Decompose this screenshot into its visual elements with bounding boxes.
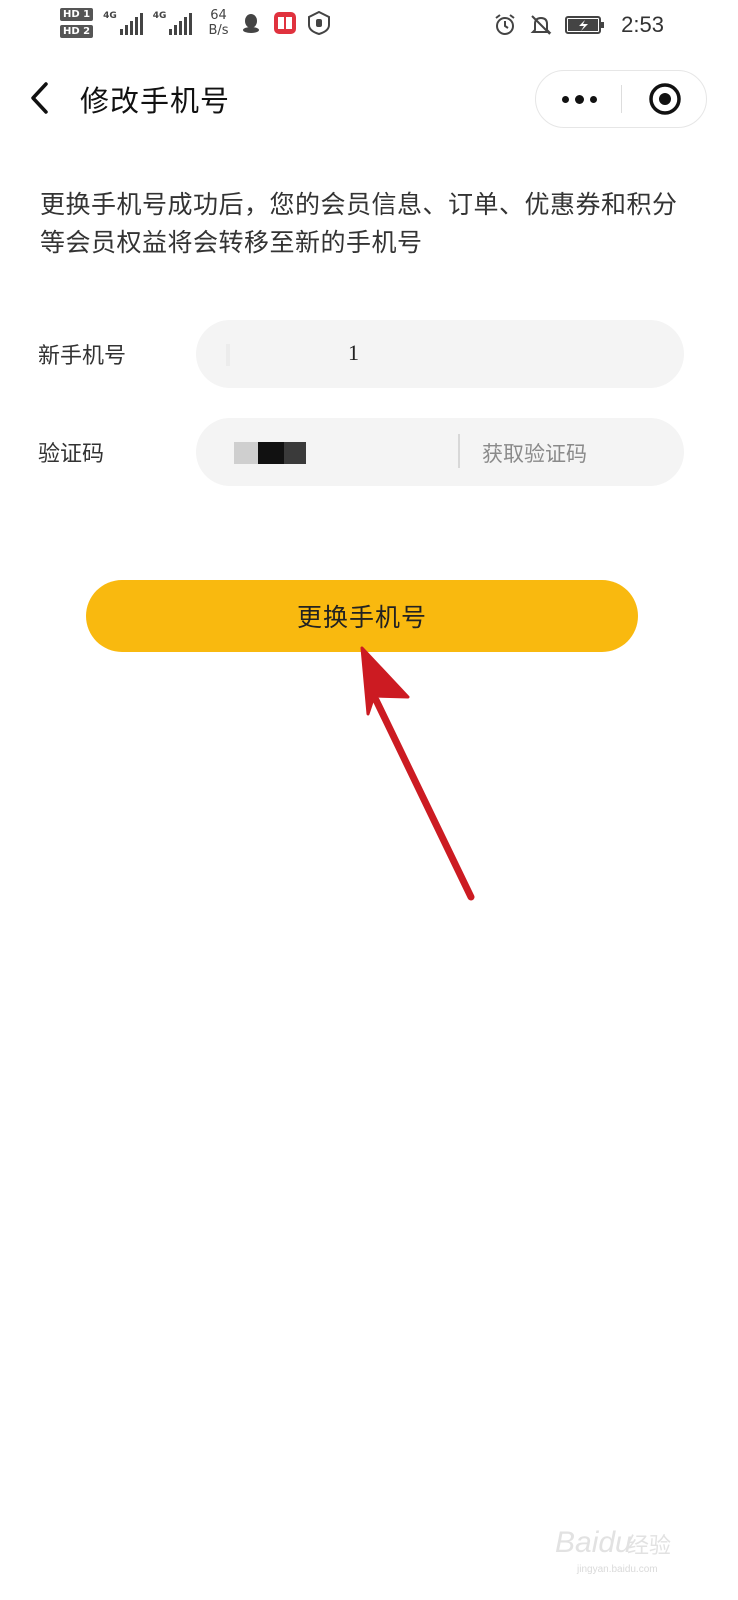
code-field-divider bbox=[458, 434, 460, 468]
miniprogram-capsule bbox=[535, 70, 707, 128]
close-miniprogram-button[interactable] bbox=[622, 71, 708, 127]
network-speed: 64 B/s bbox=[208, 8, 229, 38]
verification-code-row: 验证码 获取验证码 bbox=[0, 418, 738, 486]
signal-strength-sim1: 4G bbox=[103, 11, 143, 35]
transfer-notice: 更换手机号成功后，您的会员信息、订单、优惠券和积分等会员权益将会转移至新的手机号 bbox=[40, 190, 678, 257]
nav-bar: 修改手机号 bbox=[0, 60, 738, 136]
new-phone-label: 新手机号 bbox=[38, 344, 127, 369]
verification-code-label: 验证码 bbox=[38, 442, 105, 467]
baidu-jingyan-watermark: Baidu 经验 jingyan.baidu.com bbox=[555, 1518, 695, 1588]
back-button[interactable] bbox=[22, 76, 56, 120]
status-bar-left: HD 1 HD 2 4G 4G 64 B/s bbox=[60, 8, 331, 38]
reader-app-icon bbox=[273, 12, 296, 34]
qq-icon bbox=[242, 14, 259, 33]
sim2-hd-badge: HD 2 bbox=[60, 25, 94, 38]
watermark-brand: Baidu bbox=[555, 1526, 632, 1559]
redacted-code-part3 bbox=[284, 442, 306, 464]
watermark-jingyan: 经验 bbox=[627, 1534, 672, 1559]
alarm-icon bbox=[495, 14, 515, 35]
more-dots-icon bbox=[561, 95, 569, 103]
new-phone-value: 1 bbox=[348, 340, 359, 365]
new-phone-row: 新手机号 1 bbox=[0, 320, 738, 388]
annotation-arrow-icon bbox=[360, 646, 475, 901]
status-bar: HD 1 HD 2 4G 4G 64 B/s 2:53 bbox=[0, 0, 738, 56]
get-code-button[interactable]: 获取验证码 bbox=[482, 438, 587, 468]
more-button[interactable] bbox=[536, 71, 622, 127]
status-bar-right: 2:53 bbox=[493, 12, 664, 38]
verification-code-input[interactable]: 获取验证码 bbox=[196, 418, 684, 486]
page-title: 修改手机号 bbox=[80, 84, 231, 118]
hd-indicators: HD 1 HD 2 bbox=[60, 8, 94, 38]
status-time: 2:53 bbox=[621, 12, 664, 37]
signal-strength-sim2: 4G bbox=[153, 11, 193, 35]
shield-hand-icon bbox=[307, 11, 330, 35]
sim1-hd-badge: HD 1 bbox=[60, 8, 94, 21]
chevron-left-icon bbox=[31, 82, 48, 114]
new-phone-input[interactable]: 1 bbox=[196, 320, 684, 388]
redacted-code-part1 bbox=[234, 442, 258, 464]
battery-charging-icon bbox=[565, 16, 605, 34]
redacted-area bbox=[226, 344, 230, 366]
target-close-icon bbox=[649, 83, 681, 115]
redacted-code-part2 bbox=[258, 442, 284, 464]
mute-bell-icon bbox=[530, 15, 552, 35]
watermark-url: jingyan.baidu.com bbox=[577, 1564, 658, 1575]
